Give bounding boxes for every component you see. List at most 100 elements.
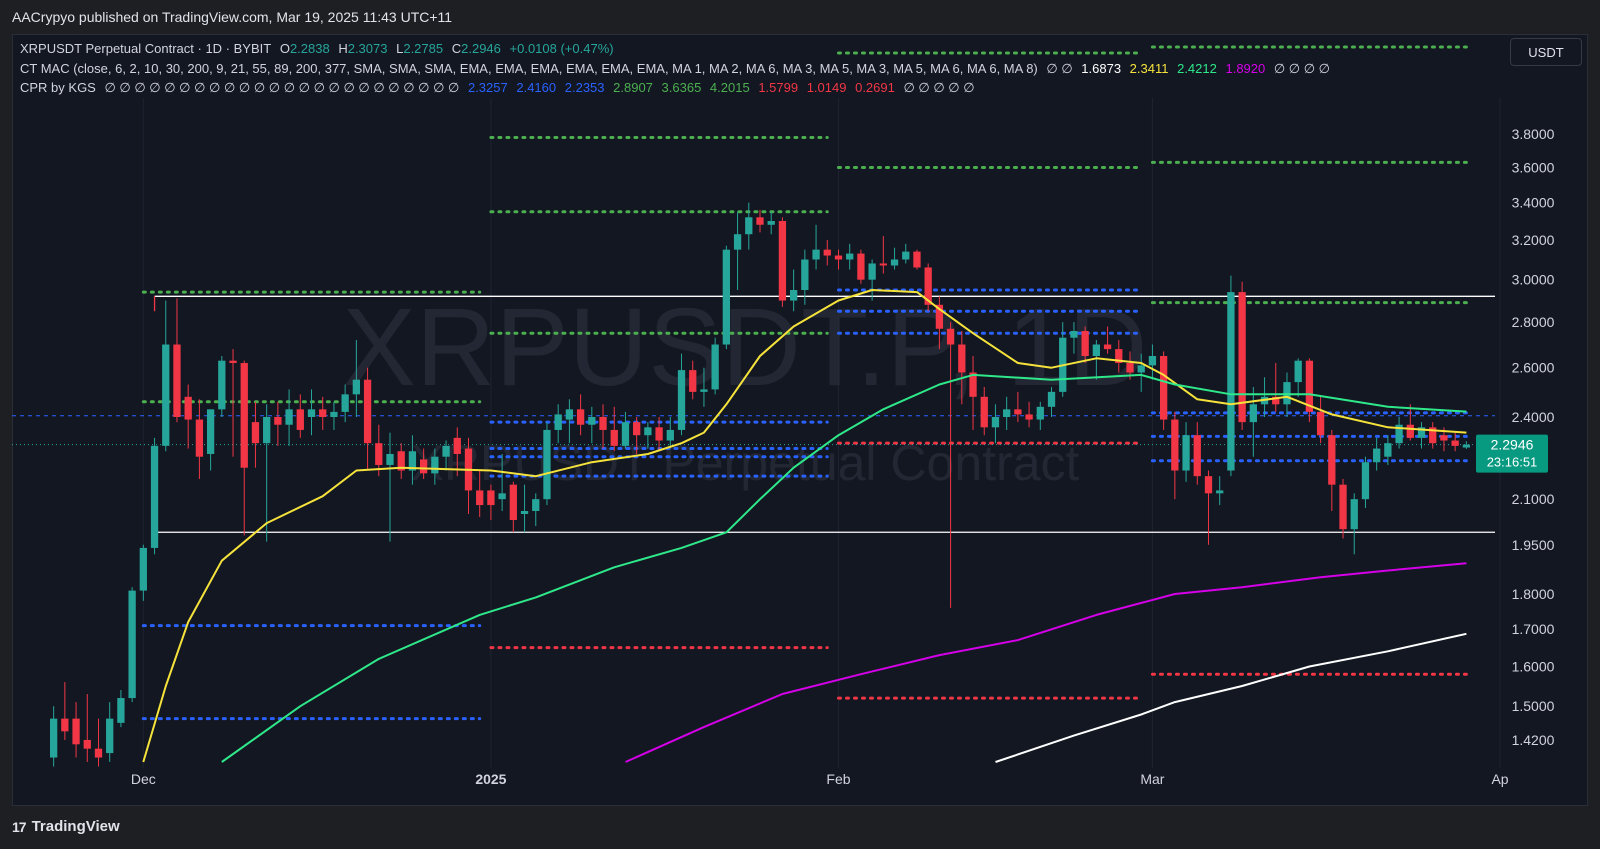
candle-body — [229, 360, 237, 364]
candle — [890, 247, 899, 270]
candle — [206, 409, 215, 471]
tradingview-logo-icon: 17 — [12, 818, 27, 835]
high-value: 2.3073 — [347, 41, 388, 56]
ctmac-value-4: 1.8920 — [1225, 61, 1266, 76]
tradingview-brand[interactable]: 17 TradingView — [12, 818, 120, 835]
candle-body — [958, 344, 966, 373]
candle — [711, 337, 719, 395]
x-axis-tick-label: 2025 — [475, 771, 506, 787]
candle-body — [801, 259, 809, 291]
price-label-value: 2.2946 — [1491, 437, 1534, 453]
price-label-countdown: 23:16:51 — [1487, 455, 1538, 470]
legend-cpr[interactable]: CPR by KGS ∅ ∅ ∅ ∅ ∅ ∅ ∅ ∅ ∅ ∅ ∅ ∅ ∅ ∅ ∅… — [20, 80, 980, 96]
y-axis-tick-label: 3.0000 — [1512, 272, 1555, 288]
candle — [274, 401, 282, 446]
candle — [1227, 275, 1235, 477]
currency-button[interactable]: USDT — [1510, 38, 1582, 66]
candle-body — [263, 416, 271, 444]
candle-body — [767, 221, 775, 225]
x-axis-tick-label: Dec — [131, 771, 156, 787]
candle — [756, 209, 764, 233]
y-axis-tick-label: 2.1000 — [1512, 491, 1555, 507]
y-axis-tick-label: 2.6000 — [1512, 360, 1555, 376]
candle-body — [1294, 360, 1302, 383]
candle — [610, 406, 618, 452]
candle-body — [498, 493, 506, 500]
ohlc-high: H2.3073 — [338, 41, 387, 56]
candle — [363, 367, 372, 471]
candle — [778, 217, 787, 307]
candle — [823, 239, 831, 266]
candle-body — [789, 290, 798, 301]
candle-body — [375, 443, 383, 465]
candle — [1260, 377, 1269, 417]
candle-body — [1462, 444, 1471, 448]
candle-body — [1171, 419, 1179, 471]
candle-body — [700, 389, 708, 392]
candle-body — [1182, 435, 1190, 471]
candle-body — [868, 263, 876, 280]
open-label: O — [279, 41, 290, 56]
cpr-value-5: 3.6365 — [661, 80, 702, 95]
candle-body — [621, 422, 630, 446]
legend-ctmac[interactable]: CT MAC (close, 6, 2, 10, 30, 200, 9, 21,… — [20, 61, 1335, 77]
moving-average-line — [995, 632, 1467, 763]
candle-body — [1361, 462, 1370, 500]
candle — [1238, 281, 1246, 430]
candle-body — [846, 253, 854, 260]
price-chart[interactable]: XRPUSDT.P, 1D XRPUSDT Perpetual Contract … — [0, 0, 1600, 849]
y-axis-tick-label: 3.2000 — [1512, 232, 1555, 248]
candle-body — [1227, 292, 1235, 471]
candle — [1339, 478, 1347, 539]
candle-body — [1350, 499, 1358, 530]
candle — [722, 245, 731, 350]
candle — [195, 399, 204, 479]
candle-body — [352, 379, 361, 395]
candle — [745, 202, 753, 250]
candle — [150, 437, 159, 555]
y-axis-tick-label: 1.7000 — [1512, 621, 1555, 637]
low-value: 2.2785 — [403, 41, 444, 56]
candle — [386, 432, 394, 542]
candle-body — [1451, 440, 1459, 446]
candle-body — [610, 429, 618, 446]
cpr-value-9: 0.2691 — [855, 80, 895, 95]
cpr-value-1: 2.3257 — [467, 80, 508, 95]
candle — [1328, 429, 1336, 511]
cpr-value-2: 2.4160 — [516, 80, 557, 95]
candle-body — [1014, 409, 1022, 415]
candle-body — [677, 370, 686, 430]
candle — [509, 481, 517, 533]
candle-body — [274, 416, 282, 425]
candle-body — [722, 249, 731, 345]
y-axis-tick-label: 1.4200 — [1512, 732, 1555, 748]
candle — [1216, 476, 1224, 506]
candle-body — [1204, 476, 1213, 494]
candle — [1395, 416, 1403, 449]
candle — [397, 443, 405, 479]
candle-body — [206, 409, 215, 454]
brand-name: TradingView — [31, 818, 120, 835]
y-axis-tick-label: 1.8000 — [1512, 586, 1555, 602]
candle-body — [1025, 414, 1033, 420]
high-label: H — [338, 41, 348, 56]
candle-body — [72, 718, 80, 745]
candle — [173, 298, 181, 423]
candle-body — [554, 414, 562, 430]
y-axis-tick-label: 3.6000 — [1512, 159, 1555, 175]
candle-body — [812, 249, 820, 260]
candle-body — [655, 427, 663, 441]
ctmac-value-1: 1.6873 — [1081, 61, 1122, 76]
candle-body — [1137, 365, 1145, 373]
candle — [1272, 363, 1280, 412]
cpr-empty-pre: ∅ ∅ ∅ ∅ ∅ ∅ ∅ ∅ ∅ ∅ ∅ ∅ ∅ ∅ ∅ ∅ ∅ ∅ ∅ ∅ … — [104, 80, 460, 95]
candle-body — [285, 409, 293, 425]
cpr-value-7: 1.5799 — [758, 80, 799, 95]
cpr-value-8: 1.0149 — [806, 80, 847, 95]
candle-body — [150, 445, 159, 548]
y-axis-tick-label: 1.5000 — [1512, 698, 1555, 714]
candle-body — [980, 396, 988, 428]
candle-body — [1193, 435, 1201, 477]
change-value: +0.0108 (+0.47%) — [509, 41, 614, 56]
candle — [621, 411, 630, 449]
